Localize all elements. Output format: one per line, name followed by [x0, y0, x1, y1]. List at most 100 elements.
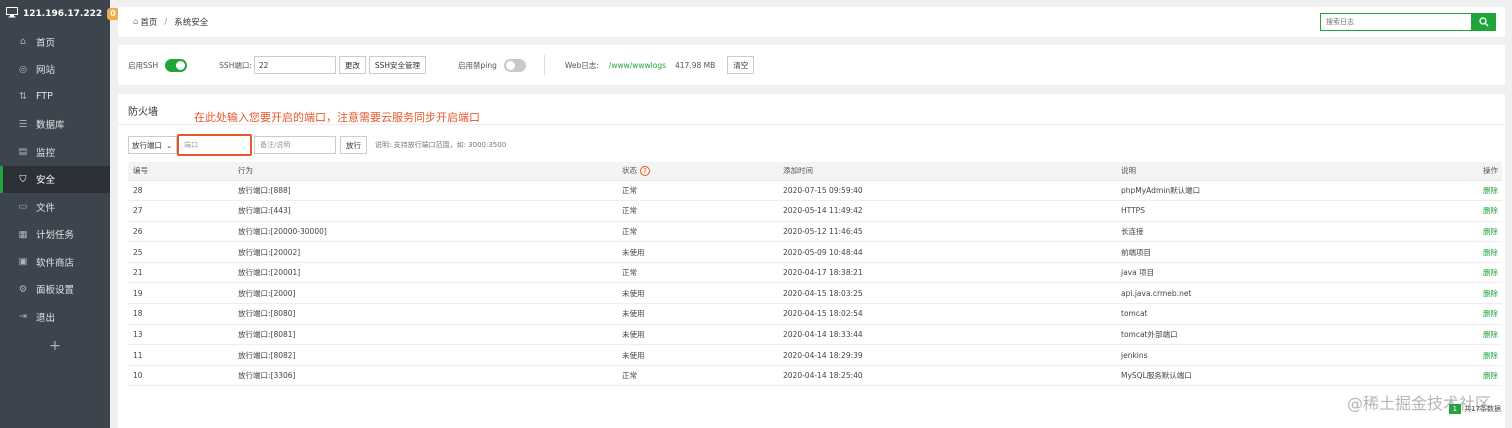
monitor-icon: ▤ [18, 146, 28, 158]
table-row: 27 放行端口:[443] 正常 2020-05-14 11:49:42 HTTPS 删除 [128, 200, 1502, 222]
cell-action: 放行端口:[8081] [233, 324, 617, 346]
sidebar-item[interactable]: ◎ 网站 [0, 56, 110, 84]
breadcrumb-current: 系统安全 [174, 18, 209, 28]
home-icon: ⌂ [19, 36, 27, 48]
notification-badge[interactable]: 0 [107, 8, 119, 20]
cell-action: 放行端口:[20002] [233, 241, 617, 263]
delete-link[interactable]: 删除 [1472, 262, 1502, 284]
cell-id: 13 [128, 324, 233, 346]
sidebar-item-label: 安全 [36, 175, 56, 187]
cell-time: 2020-04-14 18:33:44 [778, 324, 1116, 346]
log-search [1320, 13, 1496, 31]
delete-link[interactable]: 删除 [1472, 241, 1502, 263]
cell-note: jenkins [1116, 344, 1472, 366]
cell-note: api.java.crmeb.net [1116, 282, 1472, 305]
sidebar-item[interactable]: ▭ 文件 [0, 193, 110, 221]
col-op: 操作 [1472, 162, 1502, 181]
table-row: 25 放行端口:[20002] 未使用 2020-05-09 10:48:44 前端项目… [128, 241, 1502, 263]
sidebar-item[interactable]: ⚙ 面板设置 [0, 276, 110, 304]
sidebar-item-label: 计划任务 [36, 230, 75, 242]
table-row: 19 放行端口:[2000] 未使用 2020-04-15 18:03:25 api.j… [128, 282, 1502, 305]
help-icon[interactable]: ? [640, 166, 650, 177]
sidebar-item[interactable]: ☰ 数据库 [0, 111, 110, 139]
table-row: 28 放行端口:[888] 正常 2020-07-15 09:59:40 phpMyAd… [128, 180, 1502, 202]
sidebar-item[interactable]: ▤ 监控 [0, 138, 110, 166]
delete-link[interactable]: 删除 [1472, 344, 1502, 366]
ftp-icon: ⇅ [19, 91, 27, 103]
allow-button[interactable]: 放行 [340, 136, 367, 154]
delete-link[interactable]: 删除 [1472, 221, 1502, 243]
cell-id: 10 [128, 365, 233, 387]
sidebar-item-label: 退出 [36, 312, 56, 324]
delete-link[interactable]: 删除 [1472, 180, 1502, 202]
delete-link[interactable]: 删除 [1472, 365, 1502, 387]
cell-time: 2020-04-17 18:38:21 [778, 262, 1116, 284]
sidebar-item-label: 文件 [36, 202, 56, 214]
table-header: 编号 行为 状态? 添加时间 说明 操作 [128, 162, 1502, 181]
delete-link[interactable]: 删除 [1472, 282, 1502, 305]
mode-select-value: 放行端口 [132, 140, 162, 150]
mode-select[interactable]: 放行端口 ⌄ [128, 136, 177, 154]
divider [118, 124, 1505, 125]
ping-toggle[interactable] [503, 58, 526, 72]
ssh-port-input[interactable] [253, 56, 336, 74]
port-input[interactable]: 端口 [177, 134, 252, 156]
ssh-port-label: SSH端口: [219, 60, 252, 70]
ping-label: 启用禁ping [458, 60, 497, 70]
table-row: 10 放行端口:[3306] 正常 2020-04-14 18:25:40 MySQL服… [128, 365, 1502, 387]
cell-id: 11 [128, 344, 233, 366]
delete-link[interactable]: 删除 [1472, 200, 1502, 222]
sidebar-item[interactable]: ⇥ 退出 [0, 303, 110, 331]
cell-id: 21 [128, 262, 233, 284]
ssh-toggle[interactable] [165, 58, 188, 72]
cell-id: 19 [128, 282, 233, 305]
home-icon[interactable]: ⌂ [133, 17, 138, 27]
delete-link[interactable]: 删除 [1472, 303, 1502, 325]
search-input[interactable] [1320, 13, 1472, 31]
sidebar-item-label: 数据库 [36, 120, 65, 132]
col-id: 编号 [128, 162, 233, 181]
monitor-screen-icon [6, 7, 18, 21]
cell-action: 放行端口:[8082] [233, 344, 617, 366]
cell-status: 未使用 [617, 303, 778, 325]
clear-log-button[interactable]: 清空 [727, 56, 755, 74]
calendar-icon: ▦ [18, 228, 28, 240]
firewall-title: 防火墙 [128, 107, 158, 118]
cell-action: 放行端口:[888] [233, 180, 617, 202]
table-row: 21 放行端口:[20001] 正常 2020-04-17 18:38:21 java … [128, 262, 1502, 284]
weblog-path[interactable]: /www/wwwlogs [609, 61, 666, 70]
sidebar-item[interactable]: ⇅ FTP [0, 83, 110, 111]
server-header: 121.196.17.222 0 [0, 0, 119, 28]
cell-status: 未使用 [617, 241, 778, 263]
cell-action: 放行端口:[20001] [233, 262, 617, 284]
cell-time: 2020-05-12 11:46:45 [778, 221, 1116, 243]
cell-note: java 项目 [1116, 262, 1472, 284]
change-port-button[interactable]: 更改 [338, 56, 366, 74]
cell-action: 放行端口:[20000-30000] [233, 221, 617, 243]
cell-status: 正常 [617, 180, 778, 202]
sidebar-item-label: 首页 [36, 37, 56, 49]
cell-id: 18 [128, 303, 233, 325]
delete-link[interactable]: 删除 [1472, 324, 1502, 346]
cell-status: 正常 [617, 365, 778, 387]
cell-time: 2020-04-15 18:02:54 [778, 303, 1116, 325]
note-input[interactable]: 备注/说明 [254, 136, 336, 154]
search-button[interactable] [1472, 13, 1496, 31]
cell-status: 正常 [617, 200, 778, 222]
cell-time: 2020-05-14 11:49:42 [778, 200, 1116, 222]
sidebar-item[interactable]: ▦ 计划任务 [0, 221, 110, 249]
logout-icon: ⇥ [19, 311, 27, 323]
add-shortcut-button[interactable]: + [0, 331, 110, 361]
sidebar-item[interactable]: ▣ 软件商店 [0, 248, 110, 276]
cell-id: 27 [128, 200, 233, 222]
ssh-manage-button[interactable]: SSH安全管理 [368, 56, 427, 74]
sidebar-item[interactable]: ⌂ 首页 [0, 28, 110, 56]
sidebar-item[interactable]: ⛉ 安全 [0, 165, 110, 193]
cell-note: 长连接 [1116, 221, 1472, 243]
cell-status: 正常 [617, 262, 778, 284]
breadcrumb-home[interactable]: 首页 [140, 16, 157, 28]
breadcrumb-separator: / [164, 17, 168, 27]
cell-note: phpMyAdmin默认端口 [1116, 180, 1472, 202]
ssh-panel: 启用SSH SSH端口: 更改 SSH安全管理 启用禁ping Web日志: /… [118, 45, 1505, 85]
folder-icon: ▭ [18, 201, 28, 213]
